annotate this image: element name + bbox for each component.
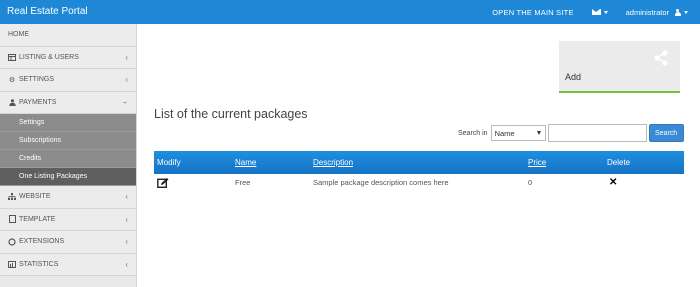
- sidebar-item-extensions[interactable]: EXTENSIONS ‹: [0, 231, 136, 254]
- brand-title[interactable]: Real Estate Portal: [7, 6, 88, 17]
- edit-icon: [157, 177, 169, 188]
- sidebar-subitem-subscriptions[interactable]: Subscriptions: [0, 132, 136, 150]
- top-navbar: Real Estate Portal OPEN THE MAIN SITE ad…: [0, 0, 700, 24]
- search-button[interactable]: Search: [648, 124, 684, 142]
- search-field-select[interactable]: Name: [490, 125, 546, 141]
- sidebar-item-payments[interactable]: PAYMENTS ‹: [0, 91, 136, 114]
- search-field-value: Name: [494, 128, 515, 138]
- sidebar-subitem-settings[interactable]: Settings: [0, 114, 136, 132]
- envelope-icon: [591, 9, 601, 15]
- gears-icon: ⚙: [8, 76, 16, 84]
- file-icon: [8, 215, 16, 224]
- sidebar-item-settings[interactable]: ⚙ SETTINGS ‹: [0, 69, 136, 92]
- messages-dropdown[interactable]: [591, 9, 608, 15]
- user-icon: [674, 8, 681, 16]
- chevron-left-icon: ‹: [125, 52, 128, 62]
- sidebar-item-label: EXTENSIONS: [19, 238, 65, 246]
- sidebar-item-label: TEMPLATE: [19, 215, 56, 223]
- caret-down-icon: [603, 10, 608, 14]
- username-label: administrator: [625, 7, 669, 17]
- delete-icon[interactable]: ✕: [609, 174, 617, 191]
- package-description: Sample package description comes here: [313, 178, 449, 187]
- header-modify: Modify: [157, 158, 181, 167]
- sidebar-subitem-one-listing-packages[interactable]: One Listing Packages: [0, 168, 136, 186]
- table-icon: [8, 53, 16, 61]
- chart-icon: [8, 260, 16, 268]
- sidebar-item-statistics[interactable]: STATISTICS ‹: [0, 253, 136, 276]
- sidebar-item-label: SETTINGS: [19, 76, 55, 84]
- sidebar-item-label: WEBSITE: [19, 193, 51, 201]
- sidebar-item-website[interactable]: WEBSITE ‹: [0, 186, 136, 209]
- dropdown-arrow-icon: [536, 131, 541, 135]
- header-price-sort[interactable]: Price: [528, 151, 546, 174]
- user-menu[interactable]: administrator: [626, 8, 688, 17]
- packages-table: Modify Name Description Price Delete Fre…: [154, 151, 684, 191]
- sidebar-item-label: HOME: [8, 31, 29, 39]
- header-delete: Delete: [607, 158, 631, 167]
- search-in-label: Search in: [458, 129, 488, 137]
- chevron-left-icon: ‹: [125, 192, 128, 201]
- table-row: Free Sample package description comes he…: [154, 174, 684, 191]
- sidebar-subitem-credits[interactable]: Credits: [0, 150, 136, 168]
- share-icon: [654, 50, 668, 66]
- sidebar-item-listing-users[interactable]: LISTING & USERS ‹: [0, 46, 136, 69]
- table-header: Modify Name Description Price Delete: [154, 151, 684, 174]
- sidebar-item-template[interactable]: TEMPLATE ‹: [0, 208, 136, 231]
- page-title: List of the current packages: [154, 107, 308, 121]
- caret-down-icon: [684, 10, 688, 14]
- open-main-site-link[interactable]: OPEN THE MAIN SITE: [492, 8, 573, 17]
- sidebar-item-label: PAYMENTS: [19, 98, 57, 106]
- chevron-left-icon: ‹: [125, 75, 128, 84]
- sidebar-item-label: LISTING & USERS: [19, 53, 79, 61]
- search-bar: Search in Name Search: [458, 124, 684, 142]
- package-price: 0: [528, 178, 533, 187]
- sitemap-icon: [8, 193, 16, 201]
- edit-button[interactable]: [157, 174, 169, 191]
- search-input[interactable]: [547, 124, 647, 142]
- sidebar: HOME LISTING & USERS ‹ ⚙ SETTINGS ‹ PAYM…: [0, 24, 137, 287]
- top-nav: OPEN THE MAIN SITE administrator: [492, 0, 688, 24]
- chevron-left-icon: ‹: [125, 237, 128, 246]
- header-description-sort[interactable]: Description: [313, 151, 353, 174]
- sidebar-item-home[interactable]: HOME: [0, 24, 136, 47]
- chevron-left-icon: ‹: [125, 214, 128, 224]
- user-icon: [8, 98, 16, 106]
- package-name: Free: [235, 178, 251, 187]
- chevron-left-icon: ‹: [125, 259, 128, 269]
- sidebar-item-label: STATISTICS: [19, 260, 59, 268]
- header-name-sort[interactable]: Name: [235, 151, 256, 174]
- circle-icon: [8, 238, 16, 246]
- chevron-down-icon: ‹: [120, 100, 130, 104]
- add-card-label: Add: [565, 72, 582, 82]
- add-package-card[interactable]: Add: [559, 41, 680, 93]
